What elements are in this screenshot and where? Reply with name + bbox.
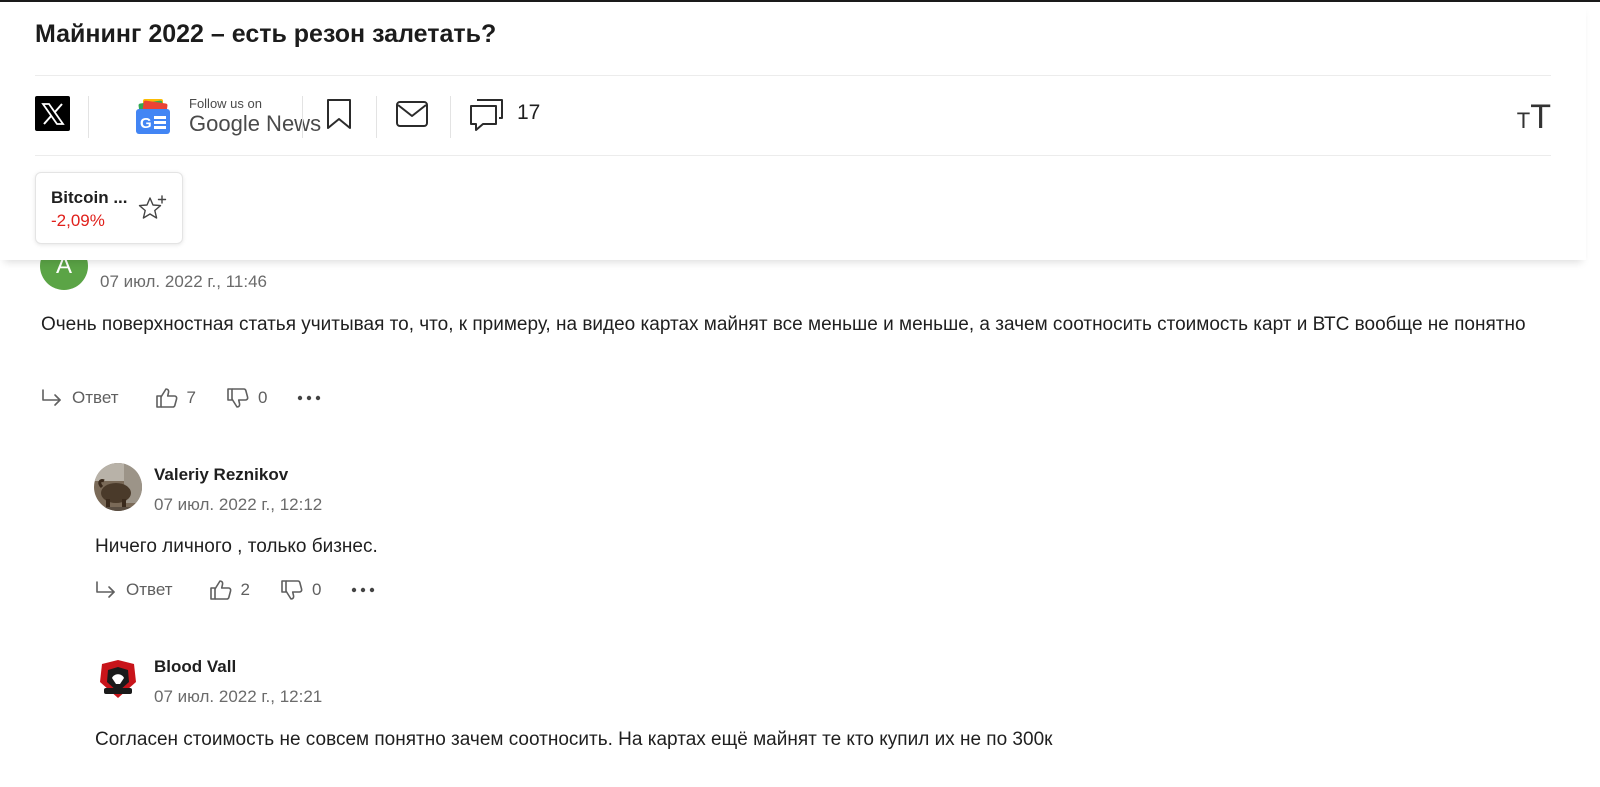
thumbs-up-icon (155, 388, 178, 408)
comments-icon (470, 99, 503, 131)
star-plus-icon (138, 195, 167, 219)
google-news-follow-label: Follow us on (189, 96, 262, 111)
like-count: 7 (186, 388, 196, 407)
comment-author[interactable]: Valeriy Reznikov (154, 465, 288, 485)
reply-label: Ответ (126, 580, 173, 599)
ticker-change: -2,09% (51, 211, 105, 230)
divider (88, 96, 89, 138)
like-button[interactable]: 2 (209, 579, 250, 601)
google-news-icon: G (136, 99, 170, 134)
font-size-small-icon: T (1516, 108, 1531, 133)
font-size-large-icon: T (1530, 98, 1551, 136)
svg-text:G: G (140, 115, 152, 132)
ticker-card-bitcoin[interactable]: Bitcoin ... -2,09% (35, 172, 183, 244)
reply-button[interactable]: Ответ (94, 579, 173, 601)
avatar[interactable] (94, 656, 142, 704)
reply-label: Ответ (72, 388, 119, 407)
dislike-button[interactable]: 0 (226, 387, 267, 409)
dislike-count: 0 (312, 580, 322, 599)
comment-count[interactable]: 17 (517, 101, 540, 125)
dislike-button[interactable]: 0 (280, 579, 321, 601)
comment-actions: Ответ 2 0 (94, 578, 375, 602)
dislike-count: 0 (258, 388, 268, 407)
comment-date: 07 июл. 2022 г., 12:21 (154, 687, 323, 706)
thumbs-down-icon (281, 580, 303, 600)
x-logo-icon (40, 102, 65, 125)
comments-button[interactable] (469, 98, 505, 137)
avatar[interactable] (94, 463, 142, 511)
comment-date: 07 июл. 2022 г., 12:12 (154, 495, 323, 514)
reply-icon (96, 581, 115, 598)
reply-icon (42, 389, 61, 406)
font-size-button[interactable]: TT (1517, 98, 1551, 137)
like-count: 2 (240, 580, 250, 599)
thumbs-up-icon (209, 580, 232, 600)
add-to-watchlist-button[interactable] (137, 194, 169, 227)
comment-text: Очень поверхностная статья учитывая то, … (41, 314, 1526, 335)
avatar-image (94, 656, 142, 704)
comment-text: Согласен стоимость не совсем понятно зач… (95, 729, 1053, 750)
ticker-name: Bitcoin ... (51, 188, 128, 207)
more-options-button[interactable] (351, 586, 375, 594)
share-bar: G Follow us on Google News 17 TT (35, 75, 1551, 156)
comment-actions: Ответ 7 0 (40, 386, 321, 410)
envelope-icon (396, 101, 428, 127)
bookmark-icon (327, 99, 351, 129)
comment-author[interactable]: Blood Vall (154, 657, 236, 677)
thumbs-down-icon (227, 388, 249, 408)
comment-date: 07 июл. 2022 г., 11:46 (100, 272, 267, 291)
reply-button[interactable]: Ответ (40, 387, 119, 409)
bookmark-button[interactable] (325, 98, 353, 135)
comment-text: Ничего личного , только бизнес. (95, 536, 378, 557)
more-dots-icon (298, 395, 321, 401)
more-options-button[interactable] (297, 394, 321, 402)
like-button[interactable]: 7 (155, 387, 196, 409)
article-title: Майнинг 2022 – есть резон залетать? (35, 20, 497, 48)
sticky-article-header: Майнинг 2022 – есть резон залетать? G Fo… (0, 2, 1586, 260)
divider (376, 96, 377, 138)
divider (302, 96, 303, 138)
more-dots-icon (352, 587, 375, 593)
email-share-button[interactable] (395, 100, 429, 133)
share-x-button[interactable] (35, 96, 70, 131)
avatar-image (94, 463, 142, 511)
divider (450, 96, 451, 138)
